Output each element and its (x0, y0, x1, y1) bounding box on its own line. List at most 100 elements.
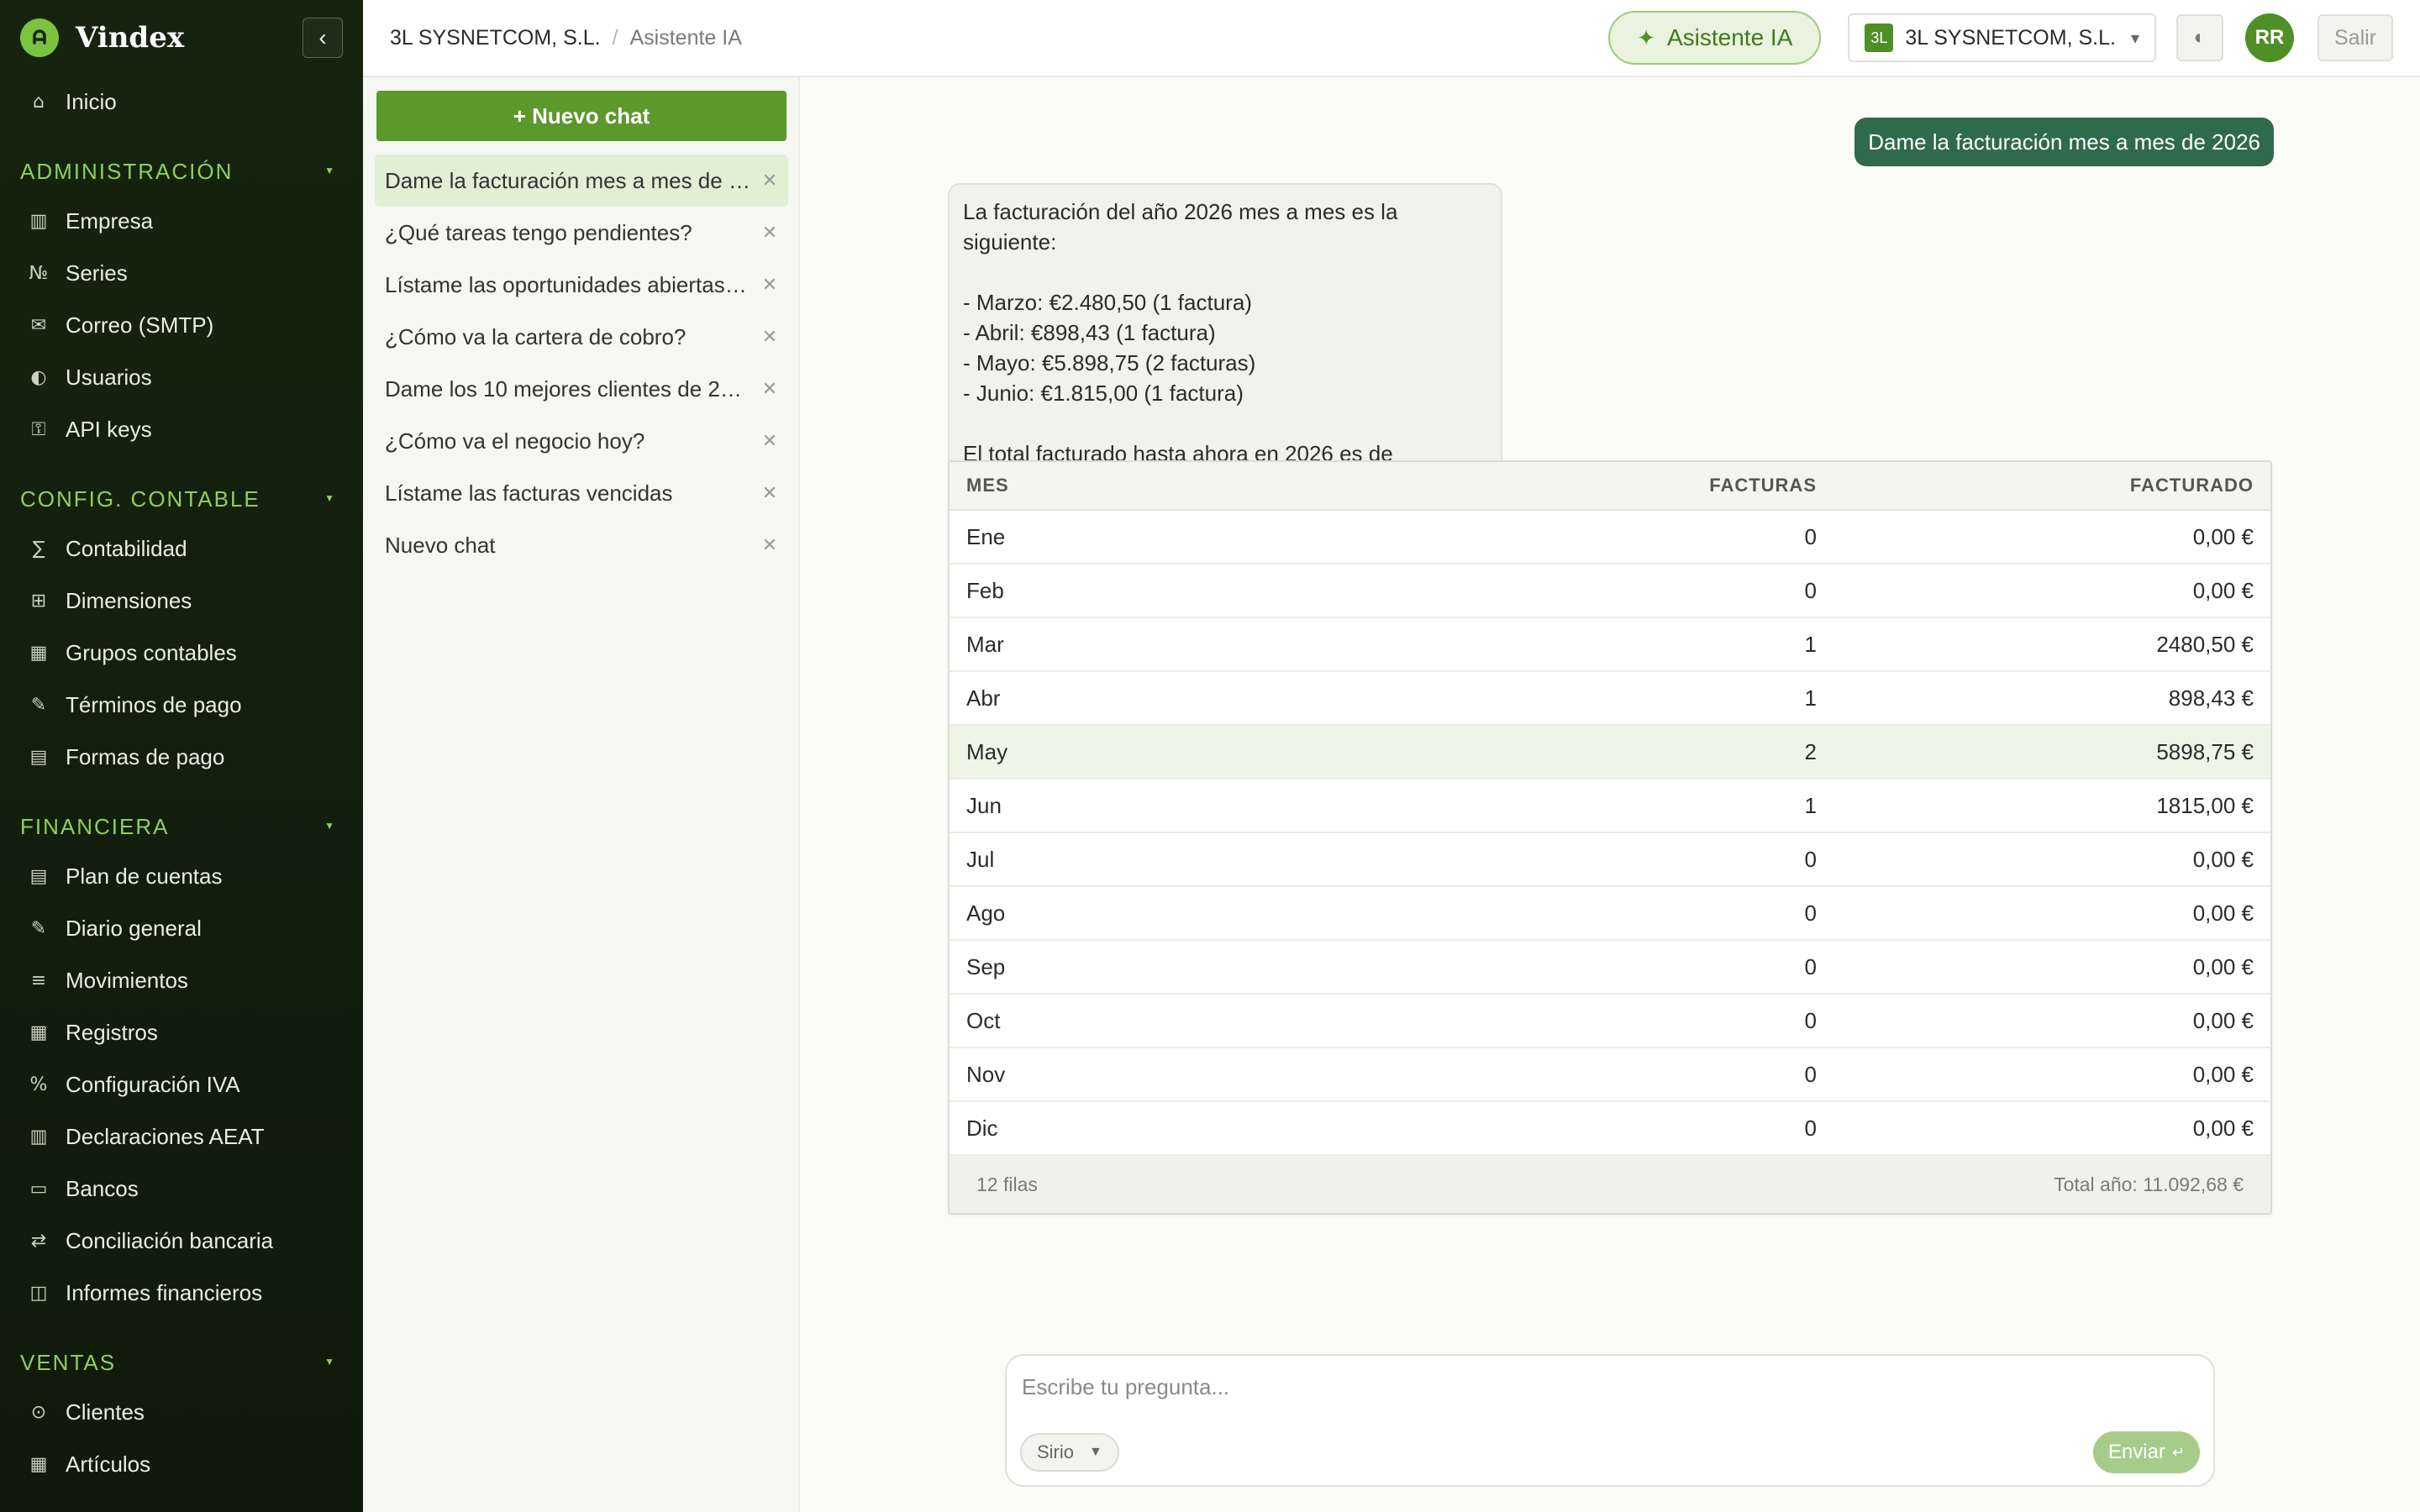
sidebar-item-series[interactable]: № Series (0, 247, 363, 299)
chat-history-item[interactable]: Lístame las oportunidades abiertas de ve… (375, 259, 788, 311)
breadcrumb-separator: / (612, 25, 618, 50)
sidebar-item-configuracion-iva[interactable]: % Configuración IVA (0, 1058, 363, 1110)
ai-assistant-button[interactable]: ✦ Asistente IA (1608, 11, 1822, 65)
cell-facturado: 0,00 € (2192, 1007, 2254, 1033)
collapse-sidebar-button[interactable]: ‹ (302, 18, 343, 58)
sidebar-item-usuarios[interactable]: ◐ Usuarios (0, 351, 363, 403)
sidebar-item-label: Bancos (66, 1175, 139, 1201)
model-select[interactable]: Sirio ▼ (1020, 1433, 1119, 1472)
table-row[interactable]: Jun 1 1815,00 € (950, 780, 2270, 833)
series-icon: № (29, 262, 49, 284)
close-icon[interactable]: ✕ (761, 430, 778, 452)
table-footer: 12 filas Total año: 11.092,68 € (950, 1156, 2270, 1213)
terminos-de-pago-icon: ✎ (30, 694, 47, 716)
sidebar-item-grupos-contables[interactable]: ▦ Grupos contables (0, 627, 363, 679)
breadcrumb-current-page: Asistente IA (629, 25, 742, 50)
close-icon[interactable]: ✕ (761, 482, 778, 504)
cell-facturado: 898,43 € (2168, 685, 2254, 711)
cell-mes: Ago (966, 900, 1006, 926)
table-row[interactable]: May 2 5898,75 € (950, 726, 2270, 780)
cell-facturas: 0 (1804, 953, 1817, 979)
sidebar-item-correo-smtp[interactable]: ✉ Correo (SMTP) (0, 299, 363, 351)
company-select[interactable]: 3L 3L SYSNETCOM, S.L. ▾ (1848, 13, 2156, 62)
user-avatar[interactable]: RR (2244, 13, 2294, 62)
sidebar-item-label: Dimensiones (66, 587, 192, 613)
sidebar-item-formas-de-pago[interactable]: ▤ Formas de pago (0, 731, 363, 783)
sidebar-item-conciliacion-bancaria[interactable]: ⇄ Conciliación bancaria (0, 1215, 363, 1267)
table-row[interactable]: Sep 0 0,00 € (950, 941, 2270, 995)
column-header-mes[interactable]: MES (950, 475, 1420, 496)
sidebar-item-label: Movimientos (66, 967, 188, 993)
table-row[interactable]: Abr 1 898,43 € (950, 672, 2270, 726)
table-row[interactable]: Nov 0 0,00 € (950, 1048, 2270, 1102)
cell-facturado: 1815,00 € (2156, 792, 2254, 818)
sidebar-item-diario-general[interactable]: ✎ Diario general (0, 902, 363, 954)
cell-facturas: 0 (1804, 523, 1817, 549)
logout-button[interactable]: Salir (2317, 14, 2393, 61)
chat-history-item[interactable]: ¿Cómo va la cartera de cobro? ✕ (375, 311, 788, 363)
chat-history-item[interactable]: Dame los 10 mejores clientes de 2026 ✕ (375, 363, 788, 415)
sidebar-item-articulos[interactable]: ▦ Artículos (0, 1438, 363, 1490)
cell-mes: Jul (966, 846, 995, 872)
new-chat-button[interactable]: + Nuevo chat (376, 91, 786, 141)
sidebar-section-ventas[interactable]: VENTAS ▼ (0, 1319, 363, 1386)
table-row[interactable]: Jul 0 0,00 € (950, 833, 2270, 887)
sidebar-section-administracion[interactable]: ADMINISTRACIÓN ▼ (0, 128, 363, 195)
column-header-facturas[interactable]: FACTURAS (1420, 475, 1817, 496)
table-row[interactable]: Ago 0 0,00 € (950, 887, 2270, 941)
close-icon[interactable]: ✕ (761, 222, 778, 244)
sidebar-item-informes-financieros[interactable]: ◫ Informes financieros (0, 1267, 363, 1319)
sidebar-section-config-contable[interactable]: CONFIG. CONTABLE ▼ (0, 455, 363, 522)
question-input[interactable] (1022, 1368, 2181, 1406)
sidebar-item-plan-de-cuentas[interactable]: ▤ Plan de cuentas (0, 850, 363, 902)
sidebar-item-label: Informes financieros (66, 1279, 263, 1305)
breadcrumb-company[interactable]: 3L SYSNETCOM, S.L. (390, 26, 601, 50)
chat-history-item[interactable]: Nuevo chat ✕ (375, 519, 788, 571)
chat-history-item[interactable]: Lístame las facturas vencidas ✕ (375, 467, 788, 519)
table-row[interactable]: Feb 0 0,00 € (950, 564, 2270, 618)
sidebar-item-empresa[interactable]: ▥ Empresa (0, 195, 363, 247)
close-icon[interactable]: ✕ (761, 274, 778, 296)
formas-de-pago-icon: ▤ (29, 746, 48, 768)
cell-mes: Sep (966, 953, 1006, 979)
chat-history-title: ¿Qué tareas tengo pendientes? (385, 219, 692, 245)
sidebar-item-inicio[interactable]: ⌂ Inicio (0, 76, 363, 128)
theme-toggle-button[interactable]: ◐ (2175, 14, 2223, 61)
send-button[interactable]: Enviar ↵ (2092, 1431, 2200, 1473)
cell-mes: Jun (966, 792, 1002, 818)
chat-history-item[interactable]: ¿Cómo va el negocio hoy? ✕ (375, 415, 788, 467)
sidebar-item-declaraciones-aeat[interactable]: ▥ Declaraciones AEAT (0, 1110, 363, 1163)
assistant-intro: La facturación del año 2026 mes a mes es… (963, 199, 1398, 255)
table-row[interactable]: Ene 0 0,00 € (950, 511, 2270, 564)
caret-down-icon: ▼ (324, 165, 336, 176)
table-row[interactable]: Dic 0 0,00 € (950, 1102, 2270, 1156)
close-icon[interactable]: ✕ (761, 326, 778, 348)
sidebar-item-api-keys[interactable]: ⚿ API keys (0, 403, 363, 455)
sidebar-item-clientes[interactable]: ⊙ Clientes (0, 1386, 363, 1438)
sidebar-item-dimensiones[interactable]: ⊞ Dimensiones (0, 575, 363, 627)
chat-history-item[interactable]: Dame la facturación mes a mes de 2026 ✕ (375, 155, 788, 207)
cell-facturas: 0 (1804, 900, 1817, 926)
sidebar-item-registros[interactable]: ▦ Registros (0, 1006, 363, 1058)
table-row[interactable]: Mar 1 2480,50 € (950, 618, 2270, 672)
chat-history-item[interactable]: ¿Qué tareas tengo pendientes? ✕ (375, 207, 788, 259)
chat-history-panel: + Nuevo chat Dame la facturación mes a m… (363, 77, 800, 1512)
diario-general-icon: ✎ (30, 917, 47, 939)
sidebar-item-movimientos[interactable]: ≡ Movimientos (0, 954, 363, 1006)
cell-mes: Dic (966, 1115, 998, 1141)
sparkle-icon: ✦ (1637, 24, 1655, 50)
sidebar-item-contabilidad[interactable]: ∑ Contabilidad (0, 522, 363, 575)
sidebar-item-label: Declaraciones AEAT (66, 1123, 265, 1149)
sidebar-item-terminos-de-pago[interactable]: ✎ Términos de pago (0, 679, 363, 731)
vindex-logo-icon (20, 18, 59, 57)
sidebar-item-bancos[interactable]: ▭ Bancos (0, 1163, 363, 1215)
sidebar-section-financiera[interactable]: FINANCIERA ▼ (0, 783, 363, 850)
close-icon[interactable]: ✕ (761, 170, 778, 192)
column-header-facturado[interactable]: FACTURADO (1817, 475, 2270, 496)
chevron-left-icon: ‹ (318, 24, 327, 50)
close-icon[interactable]: ✕ (761, 378, 778, 400)
close-icon[interactable]: ✕ (761, 534, 778, 556)
sidebar-item-label: Contabilidad (66, 535, 187, 561)
table-row[interactable]: Oct 0 0,00 € (950, 995, 2270, 1048)
sidebar-item-label: Inicio (66, 88, 117, 114)
